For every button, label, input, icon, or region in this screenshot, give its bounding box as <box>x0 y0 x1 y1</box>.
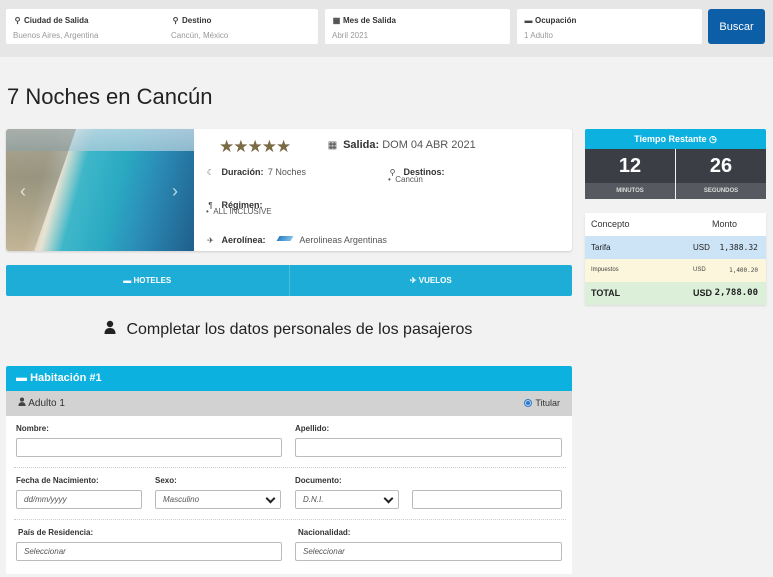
calendar-icon: ▦ <box>327 140 338 151</box>
adult-bar: Adulto 1 Titular <box>6 391 572 416</box>
room-title: Habitación #1 <box>30 372 102 384</box>
destination-item: • Cancún <box>388 175 423 184</box>
nacionalidad-select[interactable]: Seleccionar <box>295 542 562 561</box>
header-amount: Monto <box>712 219 738 229</box>
apellido-label: Apellido: <box>295 424 330 433</box>
nombre-label: Nombre: <box>16 424 49 433</box>
price-row-tarifa: Tarifa USD 1,388.32 <box>585 236 766 259</box>
occupancy-box[interactable]: ▬ Ocupación 1 Adulto <box>517 9 702 44</box>
price-table-header: Concepto Monto <box>585 213 766 236</box>
duration-value: 7 Noches <box>267 167 306 177</box>
adult-label: Adulto 1 <box>28 398 65 409</box>
hotel-rating-stars: ★★★★★ <box>219 137 291 156</box>
calendar-icon: ▦ <box>332 16 341 25</box>
pais-label: País de Residencia: <box>18 528 94 537</box>
search-bar: ⚲ Ciudad de Salida Buenos Aires, Argentin… <box>0 0 773 57</box>
month-label: Mes de Salida <box>343 16 396 25</box>
search-button[interactable]: Buscar <box>708 9 765 44</box>
bed-icon: ▬ <box>524 16 533 25</box>
titular-label: Titular <box>535 398 560 408</box>
carousel-prev-icon[interactable]: ‹ <box>20 181 26 202</box>
tab-vuelos[interactable]: ✈ VUELOS <box>288 265 573 296</box>
origin-label: Ciudad de Salida <box>24 16 89 25</box>
occupancy-value[interactable]: 1 Adulto <box>524 31 553 40</box>
minutes-value: 12 <box>618 155 642 177</box>
countdown-timer: Tiempo Restante ◷ 12 MINUTOS 26 SEGUNDOS <box>585 129 766 199</box>
sexo-label: Sexo: <box>155 476 177 485</box>
seconds-label: SEGUNDOS <box>676 183 766 199</box>
room-header: ▬ Habitación #1 <box>6 366 572 391</box>
origin-value[interactable]: Buenos Aires, Argentina <box>13 31 98 40</box>
regimen-info: ¶ Régimen: • ALL INCLUSIVE <box>206 195 272 216</box>
nombre-input[interactable] <box>16 438 282 457</box>
tab-hoteles[interactable]: ▬ HOTELES <box>6 265 289 296</box>
section-heading-text: Completar los datos personales de los pa… <box>126 321 473 338</box>
month-box[interactable]: ▦ Mes de Salida Abril 2021 <box>325 9 510 44</box>
seconds-value: 26 <box>709 155 733 177</box>
month-value[interactable]: Abril 2021 <box>332 31 368 40</box>
origin-destination-box[interactable]: ⚲ Ciudad de Salida Buenos Aires, Argentin… <box>6 9 318 44</box>
page-title: 7 Noches en Cancún <box>7 84 213 109</box>
destination-value[interactable]: Cancún, México <box>171 31 228 40</box>
birthdate-input[interactable]: dd/mm/yyyy <box>16 490 142 509</box>
room-form: ▬ Habitación #1 Adulto 1 Titular Nombre:… <box>6 366 572 574</box>
user-icon <box>18 397 28 409</box>
user-icon <box>104 320 116 339</box>
document-number-input[interactable] <box>412 490 562 509</box>
divider <box>14 467 566 468</box>
product-tabs: ▬ HOTELES ✈ VUELOS <box>6 265 572 296</box>
destination-photo: ‹ › <box>6 129 194 251</box>
airline-logo <box>276 235 294 241</box>
timer-minutes: 12 MINUTOS <box>585 149 675 199</box>
duration-label: Duración: <box>221 167 264 177</box>
apellido-input[interactable] <box>295 438 562 457</box>
occupancy-label: Ocupación <box>535 16 577 25</box>
map-marker-icon: ⚲ <box>172 16 179 25</box>
departure-label: Salida: <box>343 139 380 151</box>
price-row-total: TOTAL USD 2,788.00 <box>585 282 766 305</box>
bed-icon: ▬ <box>123 276 132 285</box>
regimen-item: • ALL INCLUSIVE <box>206 207 272 216</box>
destinations-info: ⚲ Destinos: • Cancún <box>388 162 444 184</box>
price-row-impuestos: Impuestos USD 1,400.20 <box>585 259 766 282</box>
document-type-select[interactable]: D.N.I. <box>295 490 399 509</box>
destination-label: Destino <box>182 16 212 25</box>
header-concept: Concepto <box>591 219 630 229</box>
timer-header: Tiempo Restante ◷ <box>585 129 766 149</box>
fecha-label: Fecha de Nacimiento: <box>16 476 99 485</box>
airline-info: ✈ Aerolínea: Aerolineas Argentinas <box>206 230 387 248</box>
plane-icon: ✈ <box>409 276 417 285</box>
radio-selected-icon <box>524 399 533 407</box>
pais-select[interactable]: Seleccionar <box>16 542 282 561</box>
divider <box>14 519 566 520</box>
map-marker-icon: ⚲ <box>14 16 21 25</box>
bed-icon: ▬ <box>16 372 27 384</box>
passenger-section-heading: Completar los datos personales de los pa… <box>104 320 472 339</box>
price-table: Concepto Monto Tarifa USD 1,388.32 Impue… <box>585 213 766 305</box>
nacionalidad-label: Nacionalidad: <box>298 528 351 537</box>
airline-value: Aerolineas Argentinas <box>299 235 387 245</box>
minutes-label: MINUTOS <box>585 183 675 199</box>
moon-icon: ☾ <box>206 168 215 177</box>
departure-value: DOM 04 ABR 2021 <box>382 139 476 151</box>
timer-seconds: 26 SEGUNDOS <box>676 149 766 199</box>
timer-title: Tiempo Restante <box>634 134 707 144</box>
package-card: ‹ › ★★★★★ ▦ Salida: DOM 04 ABR 2021 ☾ Du… <box>6 129 572 251</box>
sexo-select[interactable]: Masculino <box>155 490 281 509</box>
duration-info: ☾ Duración: 7 Noches <box>206 162 306 180</box>
airline-label: Aerolínea: <box>221 235 266 245</box>
carousel-next-icon[interactable]: › <box>172 181 178 202</box>
departure-info: ▦ Salida: DOM 04 ABR 2021 <box>327 139 476 151</box>
titular-radio[interactable]: Titular <box>524 398 560 408</box>
documento-label: Documento: <box>295 476 342 485</box>
clock-icon: ◷ <box>709 134 717 144</box>
plane-icon: ✈ <box>207 236 214 245</box>
